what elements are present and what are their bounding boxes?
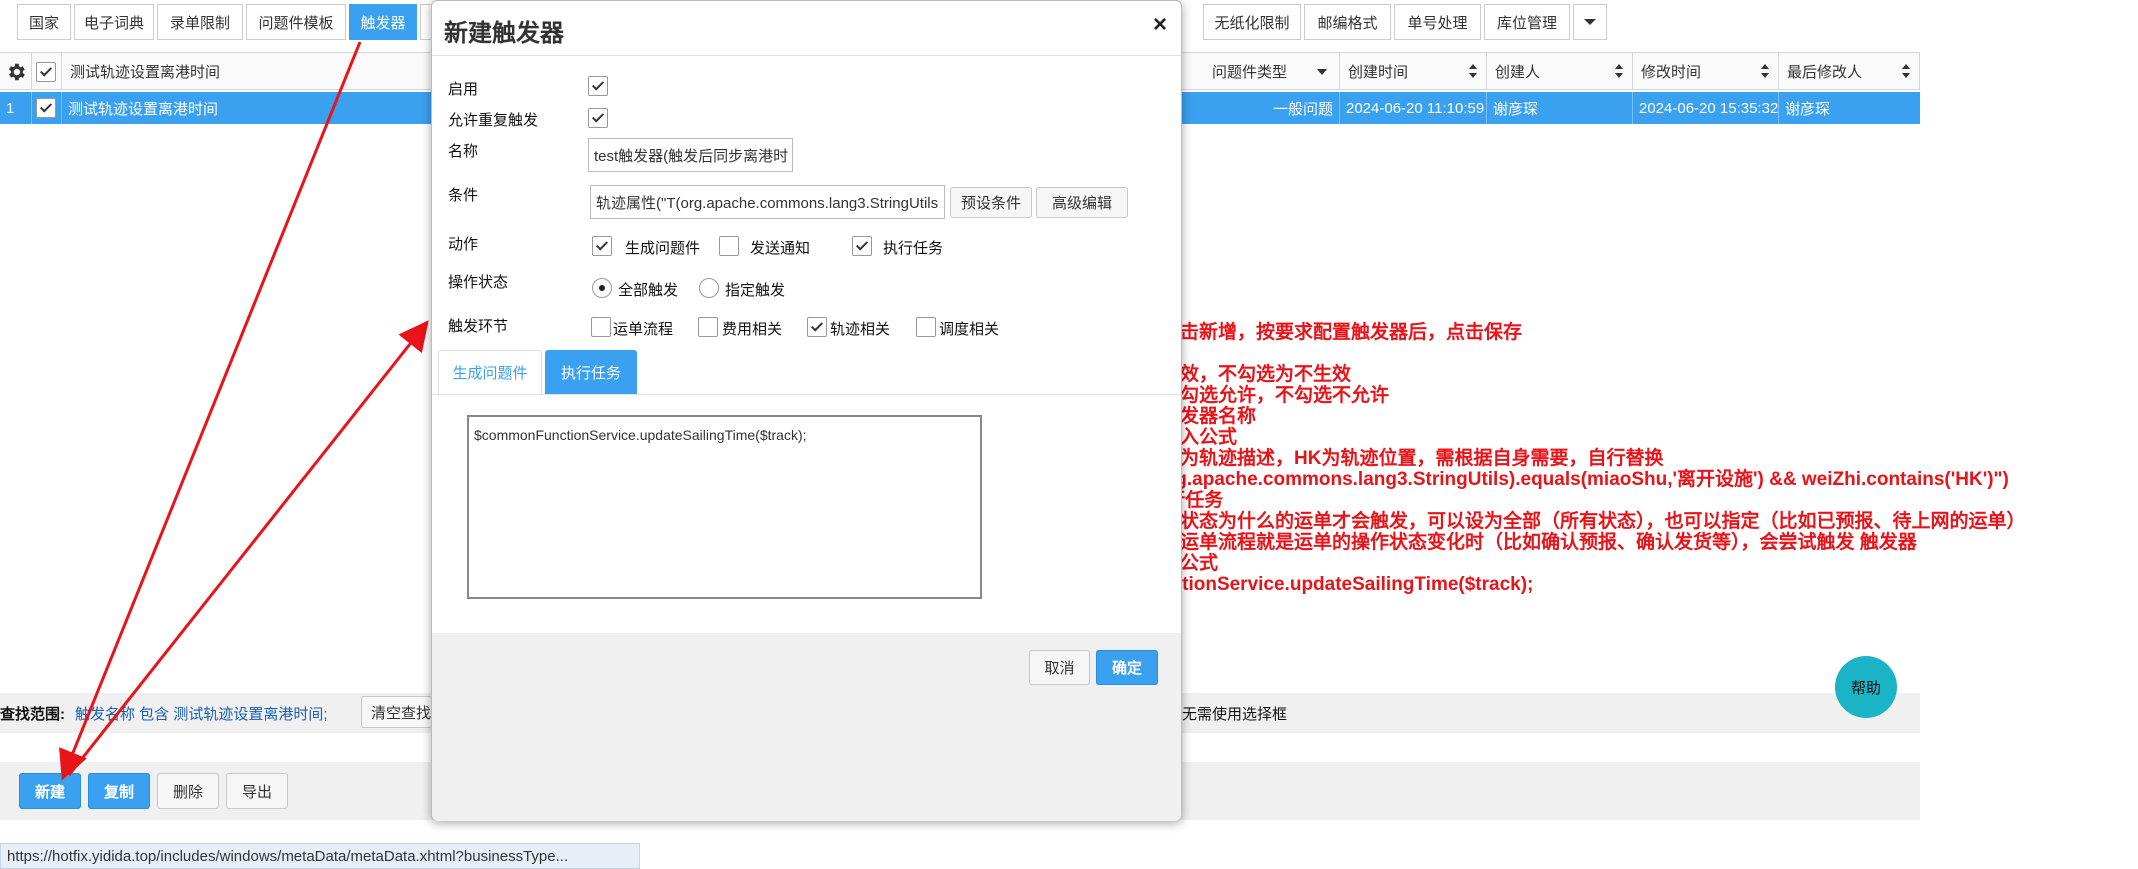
tab-execute-task[interactable]: 执行任务 [545,350,637,394]
stage-dispatch-checkbox[interactable] [916,317,936,337]
condition-input[interactable]: 轨迹属性("T(org.apache.commons.lang3.StringU… [590,185,945,219]
preset-condition-button[interactable]: 预设条件 [950,187,1032,218]
stage-dispatch-label: 调度相关 [939,321,1000,338]
arrow-trigger-to-new [59,41,362,781]
name-label: 名称 [448,143,479,160]
stage-waybill-label: 运单流程 [613,321,674,338]
dialog-title: 新建触发器 [444,20,564,47]
action-issue-checkbox[interactable] [592,236,612,256]
divider [432,55,1181,56]
state-all-label: 全部触发 [618,282,679,299]
dialog-footer: 取消 确定 [432,633,1181,821]
arrow-new-to-dialog [67,320,429,776]
action-notify-label: 发送通知 [750,240,811,257]
action-task-checkbox[interactable] [852,236,872,256]
stage-track-checkbox[interactable] [807,317,827,337]
state-specific-radio[interactable] [699,278,719,298]
condition-label: 条件 [448,187,479,204]
state-label: 操作状态 [448,274,509,291]
action-label: 动作 [448,236,479,253]
enable-checkbox[interactable] [588,76,608,96]
divider [432,394,1181,395]
task-formula-textarea[interactable]: $commonFunctionService.updateSailingTime… [467,415,982,599]
close-icon[interactable]: × [1153,11,1167,39]
new-trigger-dialog: 新建触发器 × 启用 允许重复触发 名称 test触发器(触发后同步离港时 条件… [431,0,1182,821]
stage-fee-checkbox[interactable] [698,317,718,337]
confirm-button[interactable]: 确定 [1096,650,1158,685]
action-issue-label: 生成问题件 [625,240,701,257]
stage-fee-label: 费用相关 [722,321,783,338]
repeat-label: 允许重复触发 [448,112,539,129]
enable-label: 启用 [448,81,479,98]
stage-label: 触发环节 [448,318,509,335]
action-notify-checkbox[interactable] [719,236,739,256]
stage-waybill-checkbox[interactable] [591,317,611,337]
action-task-label: 执行任务 [883,240,944,257]
name-input[interactable]: test触发器(触发后同步离港时 [588,138,793,172]
state-specific-label: 指定触发 [725,282,786,299]
state-all-radio[interactable] [592,278,612,298]
advanced-edit-button[interactable]: 高级编辑 [1036,187,1128,218]
repeat-checkbox[interactable] [588,108,608,128]
cancel-button[interactable]: 取消 [1029,650,1090,685]
tab-generate-issue[interactable]: 生成问题件 [438,350,542,394]
stage-track-label: 轨迹相关 [830,321,891,338]
